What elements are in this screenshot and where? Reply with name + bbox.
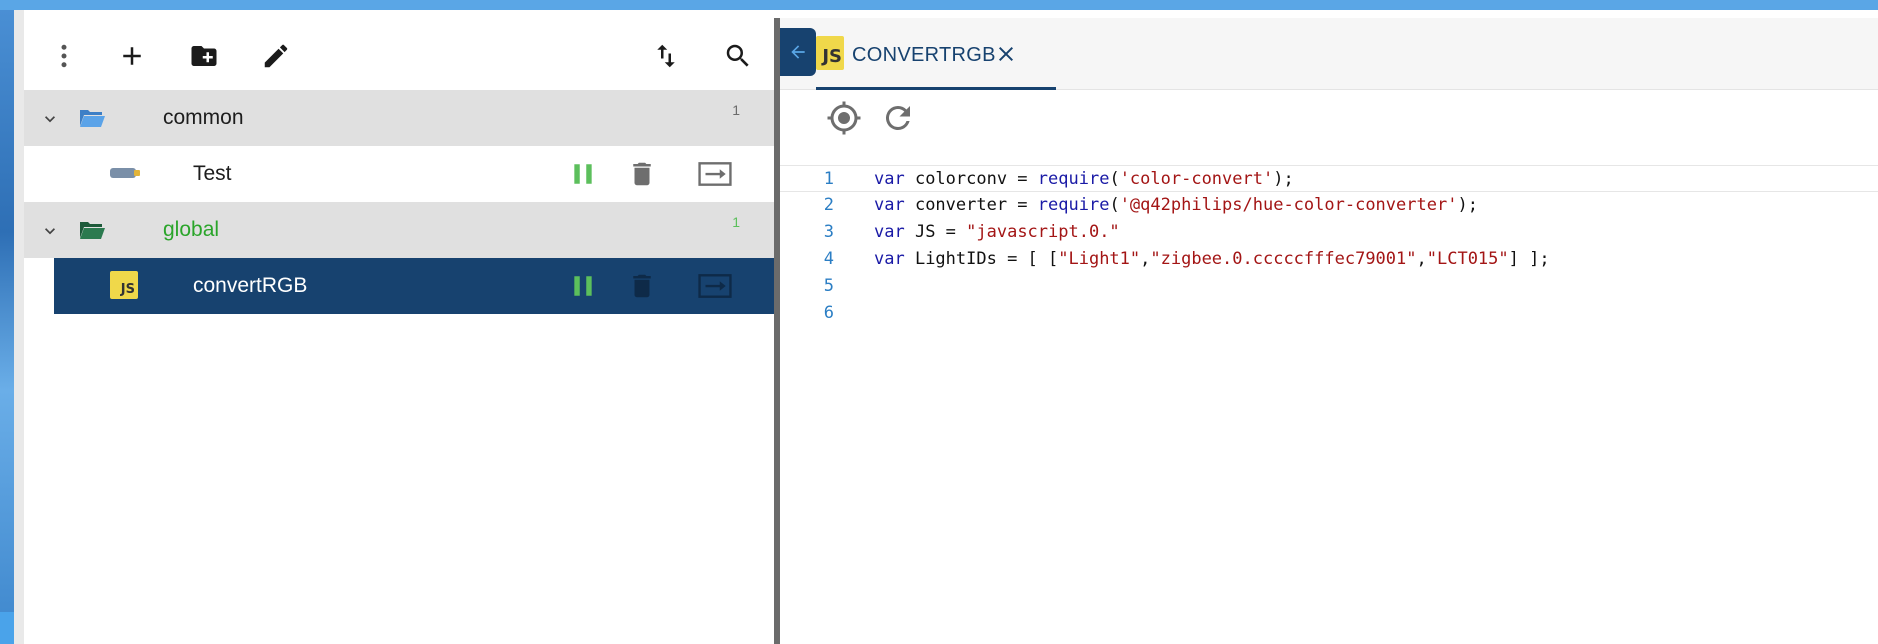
line-number: 1 xyxy=(823,169,834,189)
tree-toolbar xyxy=(24,18,774,90)
code-line[interactable]: 3 var JS = "javascript.0." xyxy=(780,219,1878,246)
tab-convertrgb[interactable]: JS CONVERTRGB xyxy=(816,28,1056,90)
more-vert-icon[interactable] xyxy=(44,36,84,76)
app-root: common 1 Test global 1 JS convertRGB JS … xyxy=(0,0,1878,644)
code-text[interactable]: var JS = "javascript.0." xyxy=(874,222,1120,242)
code-editor[interactable]: 1 var colorconv = require('color-convert… xyxy=(780,148,1878,644)
export-icon[interactable] xyxy=(696,159,734,189)
code-text[interactable]: var converter = require('@q42philips/hue… xyxy=(874,195,1478,215)
script-label: convertRGB xyxy=(193,274,308,297)
chevron-down-icon[interactable] xyxy=(40,221,60,241)
delete-icon[interactable] xyxy=(627,271,657,301)
tab-label: CONVERTRGB xyxy=(852,44,996,66)
script-label: Test xyxy=(193,162,232,185)
code-line[interactable]: 1 var colorconv = require('color-convert… xyxy=(780,165,1878,192)
editor-toolbar xyxy=(780,90,1878,148)
code-text[interactable]: var LightIDs = [ ["Light1","zigbee.0.ccc… xyxy=(874,249,1550,269)
window-edge xyxy=(0,10,14,644)
script-row-convertrgb[interactable]: JS convertRGB xyxy=(54,258,774,314)
folder-label: global xyxy=(163,218,220,241)
code-line[interactable]: 4 var LightIDs = [ ["Light1","zigbee.0.c… xyxy=(780,246,1878,273)
folder-count: 1 xyxy=(732,214,740,230)
locate-icon[interactable] xyxy=(826,100,862,136)
js-icon: JS xyxy=(816,36,844,70)
js-icon: JS xyxy=(110,271,138,299)
blockly-icon xyxy=(110,168,140,178)
create-new-folder-icon[interactable] xyxy=(184,36,224,76)
code-text[interactable]: var colorconv = require('color-convert')… xyxy=(874,169,1294,189)
refresh-icon[interactable] xyxy=(880,100,916,136)
sort-arrows-icon[interactable] xyxy=(646,36,686,76)
folder-count: 1 xyxy=(732,102,740,118)
script-row-test[interactable]: Test xyxy=(24,146,774,202)
code-line[interactable]: 2 var converter = require('@q42philips/h… xyxy=(780,192,1878,219)
editor-panel: JS CONVERTRGB 1 var colorconv = require(… xyxy=(780,18,1878,644)
back-arrow-icon[interactable] xyxy=(780,28,816,76)
chevron-down-icon[interactable] xyxy=(40,109,60,129)
folder-row-common[interactable]: common 1 xyxy=(24,90,774,146)
export-icon[interactable] xyxy=(696,271,734,301)
editor-tab-bar: JS CONVERTRGB xyxy=(780,18,1878,90)
search-icon[interactable] xyxy=(718,36,758,76)
folder-label: common xyxy=(163,106,244,129)
left-bottom-accent xyxy=(0,612,14,644)
pause-button[interactable] xyxy=(570,161,596,187)
code-line[interactable]: 6 xyxy=(780,300,1878,327)
left-gutter xyxy=(14,10,24,644)
top-strip xyxy=(0,0,1878,10)
folder-open-icon xyxy=(78,218,106,242)
line-number: 5 xyxy=(823,276,834,296)
script-tree-panel: common 1 Test global 1 JS convertRGB xyxy=(24,18,774,644)
delete-icon[interactable] xyxy=(627,159,657,189)
folder-open-icon xyxy=(78,106,106,130)
pause-button[interactable] xyxy=(570,273,596,299)
line-number: 6 xyxy=(823,303,834,323)
add-icon[interactable] xyxy=(112,36,152,76)
code-line[interactable]: 5 xyxy=(780,273,1878,300)
edit-icon[interactable] xyxy=(256,36,296,76)
folder-row-global[interactable]: global 1 xyxy=(24,202,774,258)
close-icon[interactable] xyxy=(994,42,1018,66)
line-number: 4 xyxy=(823,249,834,269)
line-number: 2 xyxy=(823,195,834,215)
line-number: 3 xyxy=(823,222,834,242)
